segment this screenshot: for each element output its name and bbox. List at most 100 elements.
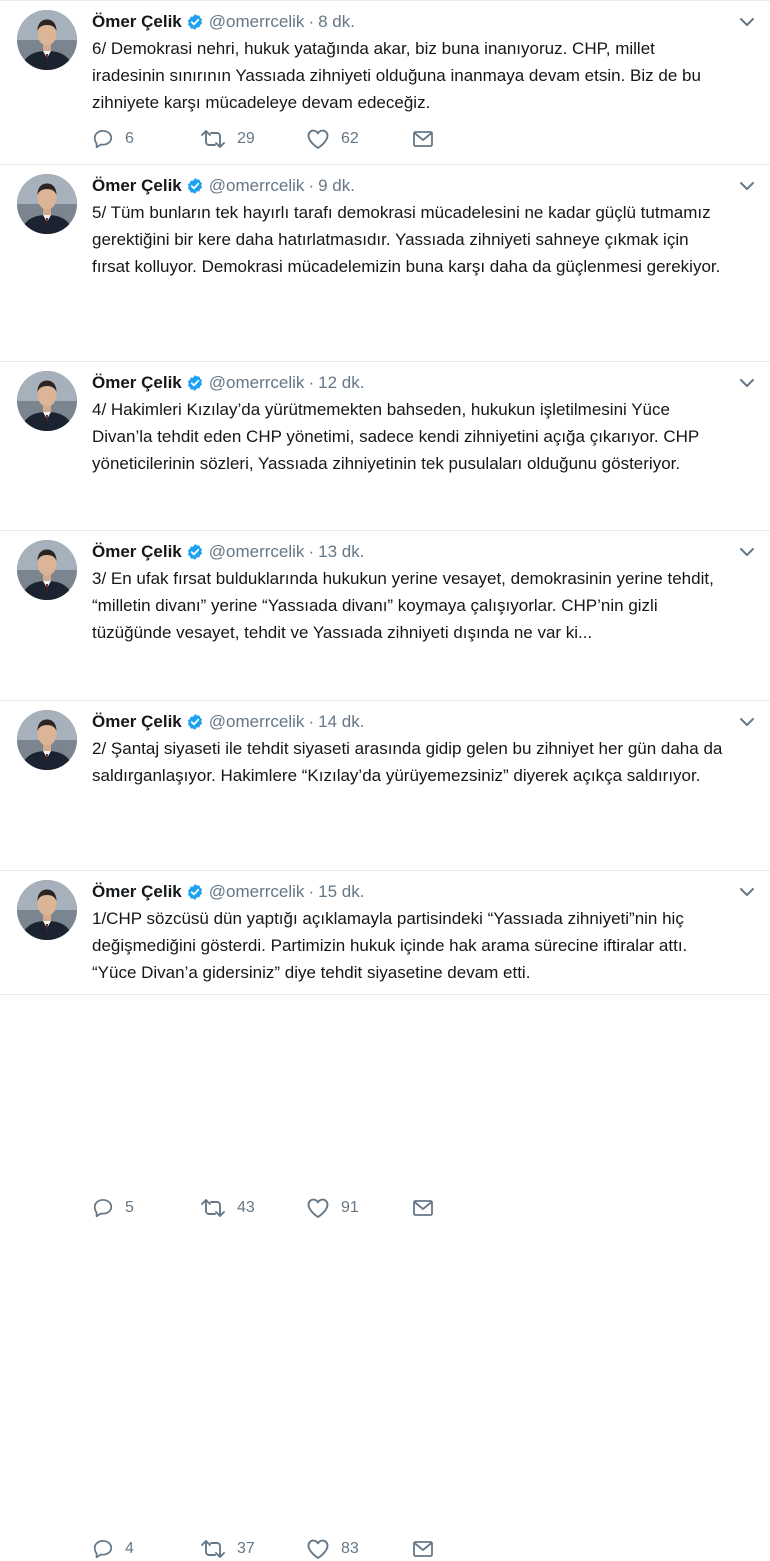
tweet[interactable]: Ömer Çelik @omerrcelik · 12 dk. 4/ Hakimleri… xyxy=(0,362,770,878)
tweet[interactable]: Ömer Çelik @omerrcelik · 15 dk. 1/CHP sözcüs… xyxy=(0,871,770,995)
verified-badge-icon xyxy=(186,374,204,392)
retweet-button[interactable]: 37 xyxy=(200,1538,306,1560)
separator-dot: · xyxy=(308,12,315,31)
like-count: 91 xyxy=(341,1199,359,1216)
chevron-down-icon[interactable] xyxy=(736,372,758,394)
separator-dot: · xyxy=(308,176,315,195)
retweet-count: 43 xyxy=(237,1199,255,1216)
tweet-feed: Ömer Çelik @omerrcelik · 8 dk. 6/ Demokrasi … xyxy=(0,0,770,1559)
envelope-icon xyxy=(412,1198,434,1218)
direct-message-button[interactable] xyxy=(412,1198,434,1218)
verified-badge-icon xyxy=(186,543,204,561)
reply-button[interactable]: 6 xyxy=(92,128,200,150)
chevron-down-icon[interactable] xyxy=(736,541,758,563)
tweet-text: 1/CHP sözcüsü dün yaptığı açıklamayla pa… xyxy=(92,909,688,982)
separator-dot: · xyxy=(308,542,315,561)
separator-dot: · xyxy=(308,882,315,901)
author-handle[interactable]: @omerrcelik xyxy=(209,882,305,902)
avatar[interactable] xyxy=(17,710,77,770)
author-name[interactable]: Ömer Çelik xyxy=(92,373,182,393)
tweet-content: Ömer Çelik @omerrcelik · 9 dk. 5/ Tüm bunlar… xyxy=(92,173,730,280)
chevron-down-icon[interactable] xyxy=(736,711,758,733)
retweet-button[interactable]: 29 xyxy=(200,128,306,150)
tweet-actions: 4 37 83 xyxy=(92,1537,434,1561)
like-button[interactable]: 83 xyxy=(306,1538,412,1560)
avatar[interactable] xyxy=(17,174,77,234)
verified-badge-icon xyxy=(186,883,204,901)
reply-count: 5 xyxy=(125,1199,134,1216)
tweet-content: Ömer Çelik @omerrcelik · 15 dk. 1/CHP sözcüs… xyxy=(92,879,730,986)
tweet-content: Ömer Çelik @omerrcelik · 12 dk. 4/ Hakimleri… xyxy=(92,370,730,477)
author-name[interactable]: Ömer Çelik xyxy=(92,12,182,32)
tweet-header: Ömer Çelik @omerrcelik · 9 dk. xyxy=(92,173,730,199)
verified-badge-icon xyxy=(186,713,204,731)
envelope-icon xyxy=(412,1539,434,1559)
like-count: 83 xyxy=(341,1540,359,1557)
reply-button[interactable]: 5 xyxy=(92,1197,200,1219)
retweet-icon xyxy=(200,1197,226,1219)
tweet-header: Ömer Çelik @omerrcelik · 13 dk. xyxy=(92,539,730,565)
tweet-actions: 6 29 62 xyxy=(92,127,434,151)
retweet-count: 37 xyxy=(237,1540,255,1557)
tweet-content: Ömer Çelik @omerrcelik · 8 dk. 6/ Demokrasi … xyxy=(92,9,730,116)
avatar[interactable] xyxy=(17,540,77,600)
avatar[interactable] xyxy=(17,880,77,940)
reply-icon xyxy=(92,1197,114,1219)
tweet-header: Ömer Çelik @omerrcelik · 12 dk. xyxy=(92,370,730,396)
avatar[interactable] xyxy=(17,10,77,70)
retweet-icon xyxy=(200,128,226,150)
reply-button[interactable]: 4 xyxy=(92,1538,200,1560)
chevron-down-icon[interactable] xyxy=(736,175,758,197)
heart-icon xyxy=(306,128,330,150)
verified-badge-icon xyxy=(186,13,204,31)
separator-dot: · xyxy=(308,373,315,392)
tweet-header: Ömer Çelik @omerrcelik · 8 dk. xyxy=(92,9,730,35)
author-name[interactable]: Ömer Çelik xyxy=(92,882,182,902)
chevron-down-icon[interactable] xyxy=(736,11,758,33)
reply-icon xyxy=(92,1538,114,1560)
tweet-timestamp[interactable]: 8 dk. xyxy=(318,12,355,32)
tweet-text: 3/ En ufak fırsat bulduklarında hukukun … xyxy=(92,569,714,642)
tweet-timestamp[interactable]: 14 dk. xyxy=(318,712,364,732)
tweet-timestamp[interactable]: 15 dk. xyxy=(318,882,364,902)
author-handle[interactable]: @omerrcelik xyxy=(209,712,305,732)
tweet-timestamp[interactable]: 12 dk. xyxy=(318,373,364,393)
author-handle[interactable]: @omerrcelik xyxy=(209,12,305,32)
author-name[interactable]: Ömer Çelik xyxy=(92,542,182,562)
direct-message-button[interactable] xyxy=(412,1539,434,1559)
tweet-header: Ömer Çelik @omerrcelik · 14 dk. xyxy=(92,709,730,735)
author-name[interactable]: Ömer Çelik xyxy=(92,712,182,732)
like-button[interactable]: 91 xyxy=(306,1197,412,1219)
tweet-text: 4/ Hakimleri Kızılay’da yürütmemekten ba… xyxy=(92,400,699,473)
chevron-down-icon[interactable] xyxy=(736,881,758,903)
tweet[interactable]: Ömer Çelik @omerrcelik · 8 dk. 6/ Demokrasi … xyxy=(0,0,770,165)
tweet-content: Ömer Çelik @omerrcelik · 13 dk. 3/ En ufak f… xyxy=(92,539,730,646)
tweet-text: 2/ Şantaj siyaseti ile tehdit siyaseti a… xyxy=(92,739,723,785)
author-handle[interactable]: @omerrcelik xyxy=(209,176,305,196)
tweet-text: 5/ Tüm bunların tek hayırlı tarafı demok… xyxy=(92,203,721,276)
like-button[interactable]: 62 xyxy=(306,128,412,150)
tweet[interactable]: Ömer Çelik @omerrcelik · 14 dk. 2/ Şantaj si… xyxy=(0,701,770,1559)
author-handle[interactable]: @omerrcelik xyxy=(209,542,305,562)
envelope-icon xyxy=(412,129,434,149)
tweet-header: Ömer Çelik @omerrcelik · 15 dk. xyxy=(92,879,730,905)
tweet-actions: 5 43 91 xyxy=(92,1196,434,1220)
separator-dot: · xyxy=(308,712,315,731)
author-name[interactable]: Ömer Çelik xyxy=(92,176,182,196)
direct-message-button[interactable] xyxy=(412,129,434,149)
retweet-count: 29 xyxy=(237,130,255,147)
reply-count: 4 xyxy=(125,1540,134,1557)
retweet-icon xyxy=(200,1538,226,1560)
heart-icon xyxy=(306,1538,330,1560)
tweet[interactable]: Ömer Çelik @omerrcelik · 13 dk. 3/ En ufak f… xyxy=(0,531,770,1218)
tweet-timestamp[interactable]: 9 dk. xyxy=(318,176,355,196)
tweet-text: 6/ Demokrasi nehri, hukuk yatağında akar… xyxy=(92,39,701,112)
reply-count: 6 xyxy=(125,130,134,147)
retweet-button[interactable]: 43 xyxy=(200,1197,306,1219)
author-handle[interactable]: @omerrcelik xyxy=(209,373,305,393)
reply-icon xyxy=(92,128,114,150)
avatar[interactable] xyxy=(17,371,77,431)
like-count: 62 xyxy=(341,130,359,147)
tweet[interactable]: Ömer Çelik @omerrcelik · 9 dk. 5/ Tüm bunlar… xyxy=(0,165,770,511)
tweet-timestamp[interactable]: 13 dk. xyxy=(318,542,364,562)
